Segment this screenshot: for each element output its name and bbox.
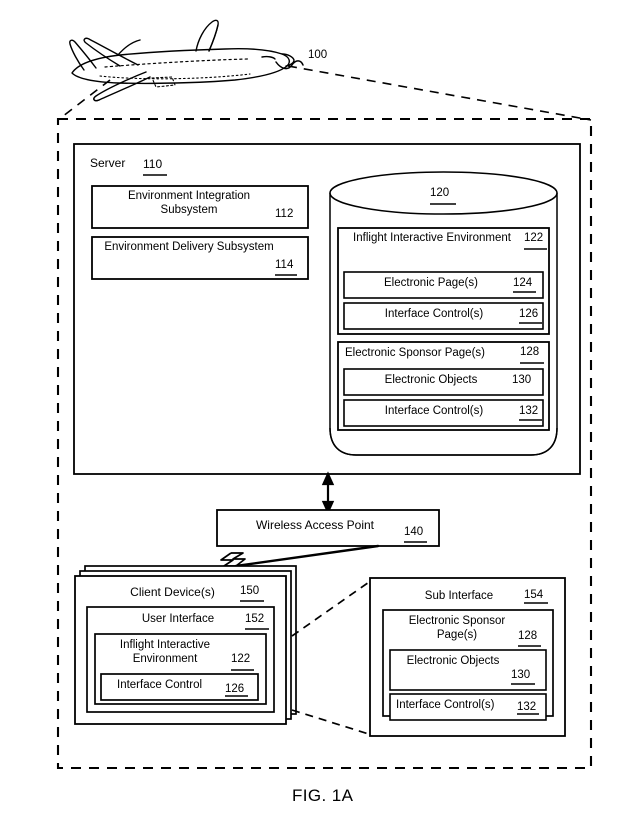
client-inflight-environment-label: Inflight Interactive Environment	[119, 639, 211, 665]
client-interface-control-ref: 126	[225, 683, 245, 695]
electronic-objects-130-label: Electronic Objects	[384, 374, 478, 386]
environment-integration-subsystem-label: Environment Integration Subsystem	[127, 190, 251, 216]
sub-interface-label: Sub Interface	[424, 590, 494, 602]
server-ref-label: 110	[143, 157, 163, 171]
inflight-interactive-environment-ref: 122	[524, 232, 544, 244]
wireless-access-point-label: Wireless Access Point	[255, 518, 375, 532]
aircraft-ref-leader	[275, 60, 304, 70]
wireless-access-point-ref: 140	[404, 526, 424, 538]
server-title: Server	[90, 156, 126, 170]
interface-controls-126-ref: 126	[519, 308, 539, 320]
environment-delivery-subsystem-label: Environment Delivery Subsystem	[104, 241, 274, 253]
aircraft-ref-label: 100	[308, 49, 328, 61]
interface-controls-126-label: Interface Control(s)	[384, 308, 484, 320]
datastore-ref-label: 120	[430, 187, 450, 199]
sub-interface-controls-label: Interface Control(s)	[396, 699, 495, 711]
inflight-interactive-environment-label: Inflight Interactive Environment	[353, 232, 511, 244]
sub-electronic-objects-label: Electronic Objects	[406, 655, 500, 667]
wireless-lightning-link	[78, 544, 380, 580]
aircraft-to-boundary-leaders	[57, 65, 592, 121]
client-device-label: Client Device(s)	[130, 585, 215, 599]
sub-interface-ref: 154	[524, 589, 544, 601]
patent-figure-1a: 100 Server 110 Environment Integration S…	[0, 0, 637, 825]
sub-sponsor-pages-ref: 128	[518, 630, 538, 642]
interface-controls-132-label: Interface Control(s)	[384, 405, 484, 417]
server-to-wap-arrow	[321, 471, 335, 515]
sub-interface-controls-ref: 132	[517, 701, 537, 713]
wireless-lightning-glyph	[220, 552, 246, 567]
electronic-objects-130-ref: 130	[512, 374, 532, 386]
figure-vector-layer	[56, 19, 593, 770]
client-interface-control-label: Interface Control	[117, 679, 203, 691]
interface-controls-132-ref: 132	[519, 405, 539, 417]
electronic-pages-ref: 124	[513, 277, 533, 289]
electronic-pages-label: Electronic Page(s)	[384, 277, 478, 289]
client-device-ref: 150	[240, 585, 260, 597]
environment-delivery-subsystem-ref: 114	[275, 259, 294, 271]
electronic-sponsor-pages-ref: 128	[520, 346, 540, 358]
sub-sponsor-pages-label: Electronic Sponsor Page(s)	[408, 615, 506, 641]
client-to-subinterface-callout	[291, 579, 373, 736]
electronic-sponsor-pages-label: Electronic Sponsor Page(s)	[345, 347, 485, 359]
client-inflight-environment-ref: 122	[231, 653, 251, 665]
user-interface-ref: 152	[245, 613, 265, 625]
environment-integration-subsystem-ref: 112	[275, 208, 294, 220]
airplane-illustration	[69, 19, 295, 102]
sub-electronic-objects-ref: 130	[511, 669, 531, 681]
figure-caption: FIG. 1A	[292, 786, 354, 805]
user-interface-label: User Interface	[141, 613, 215, 625]
